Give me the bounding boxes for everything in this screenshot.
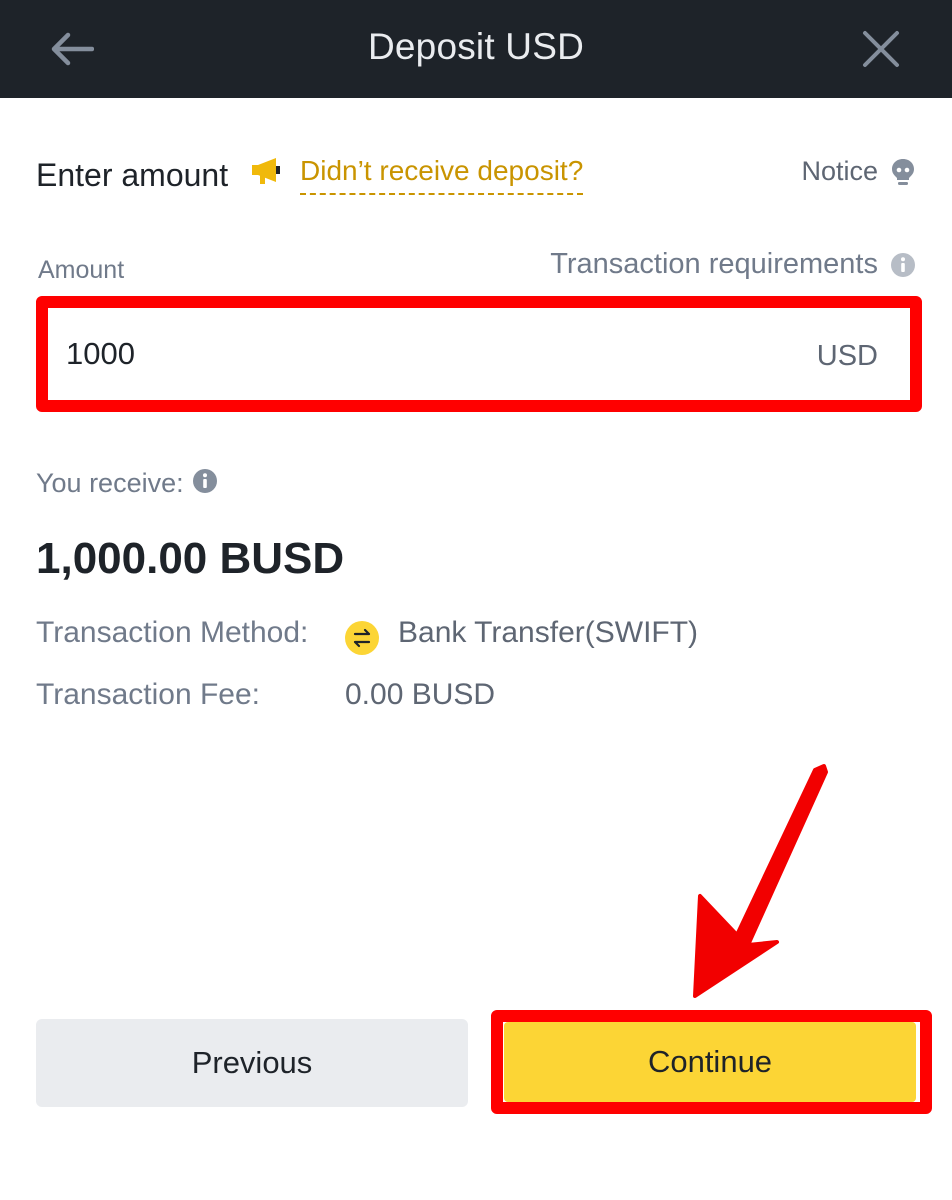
notice-button[interactable]: Notice: [801, 156, 916, 187]
didnt-receive-deposit-link[interactable]: Didn’t receive deposit?: [300, 155, 584, 195]
megaphone-icon: [252, 158, 280, 184]
you-receive-label: You receive:: [36, 468, 184, 498]
exchange-arrows-icon: [345, 621, 379, 655]
info-icon: [891, 252, 915, 277]
transaction-requirements-link[interactable]: Transaction requirements: [550, 248, 916, 281]
previous-button[interactable]: Previous: [36, 1019, 468, 1107]
amount-label: Amount: [38, 256, 125, 284]
transaction-method-label: Transaction Method:: [36, 616, 309, 649]
transaction-requirements-label: Transaction requirements: [550, 248, 878, 280]
notice-label: Notice: [801, 156, 878, 186]
continue-button[interactable]: Continue: [504, 1022, 916, 1102]
amount-field[interactable]: USD: [48, 308, 908, 400]
transaction-fee-label: Transaction Fee:: [36, 678, 260, 711]
receive-amount: 1,000.00 BUSD: [36, 534, 345, 583]
amount-input[interactable]: [66, 330, 666, 378]
close-button[interactable]: [852, 22, 910, 76]
transaction-fee-value: 0.00 BUSD: [345, 678, 496, 711]
lightbulb-icon: [892, 158, 914, 185]
currency-label: USD: [816, 340, 878, 372]
enter-amount-title: Enter amount: [36, 157, 229, 193]
transaction-method-value: Bank Transfer(SWIFT): [398, 616, 699, 649]
close-icon: [863, 31, 899, 67]
info-icon[interactable]: [192, 468, 218, 494]
page-title: Deposit USD: [367, 26, 585, 67]
header-bar: Deposit USD: [0, 0, 952, 98]
